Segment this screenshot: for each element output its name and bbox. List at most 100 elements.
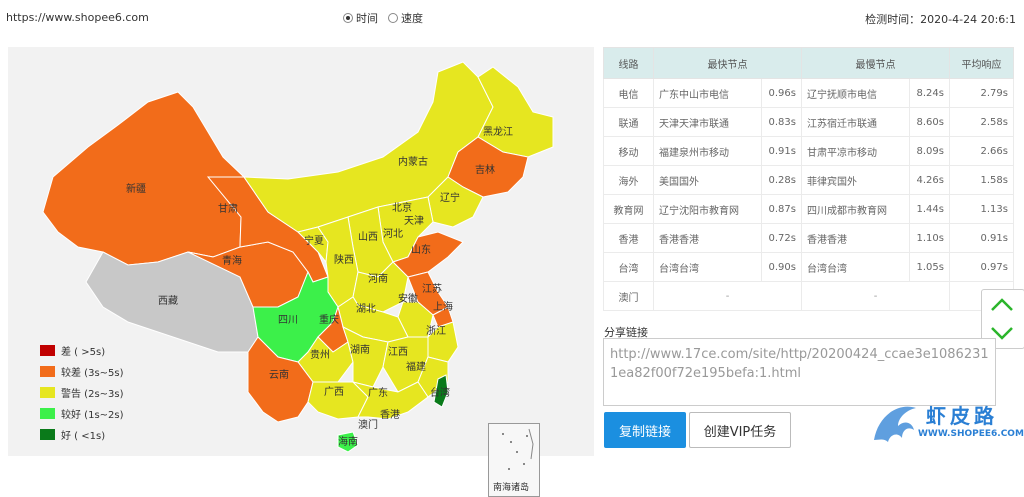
- cell-line: 电信: [603, 78, 654, 108]
- label-xinjiang: 新疆: [126, 182, 146, 195]
- th-average: 平均响应: [949, 47, 1014, 79]
- cell-slow-node: 辽宁抚顺市电信: [801, 78, 910, 108]
- label-hainan: 海南: [338, 435, 358, 448]
- chevron-up-icon: [991, 298, 1013, 311]
- radio-time-label: 时间: [356, 12, 378, 25]
- cell-slow-time: 4.26s: [909, 165, 950, 195]
- label-ningxia: 宁夏: [304, 234, 324, 247]
- label-gansu: 甘肃: [218, 202, 238, 215]
- cell-fast-time: 0.83s: [761, 107, 802, 137]
- label-shandong: 山东: [411, 243, 431, 256]
- table-row: 教育网 辽宁沈阳市教育网 0.87s 四川成都市教育网 1.44s 1.13s: [603, 194, 1014, 224]
- cell-slow-time: 1.44s: [909, 194, 950, 224]
- label-shaanxi: 陕西: [334, 253, 354, 266]
- legend-item: 差 ( >5s): [40, 340, 124, 361]
- label-shanxi: 山西: [358, 231, 378, 243]
- cell-slow-time: 8.09s: [909, 136, 950, 166]
- th-slowest: 最慢节点: [801, 47, 950, 79]
- table-row: 联通 天津天津市联通 0.83s 江苏宿迁市联通 8.60s 2.58s: [603, 107, 1014, 137]
- label-anhui: 安徽: [398, 292, 418, 305]
- cell-line: 海外: [603, 165, 654, 195]
- label-zhejiang: 浙江: [426, 325, 446, 337]
- label-qinghai: 青海: [222, 254, 242, 267]
- legend-swatch-bad: [40, 345, 55, 356]
- radio-unchecked-icon: [388, 13, 398, 23]
- cell-avg: 0.91s: [949, 223, 1014, 253]
- cell-avg: 2.79s: [949, 78, 1014, 108]
- cell-fast-time: 0.72s: [761, 223, 802, 253]
- label-guangdong: 广东: [368, 386, 388, 399]
- legend-label-good: 较好 (1s~2s): [61, 410, 124, 421]
- cell-line: 联通: [603, 107, 654, 137]
- cell-slow-time: 8.60s: [909, 107, 950, 137]
- th-fastest: 最快节点: [653, 47, 802, 79]
- legend-item: 好 ( <1s): [40, 424, 124, 445]
- legend-item: 较好 (1s~2s): [40, 403, 124, 424]
- cell-avg: 1.58s: [949, 165, 1014, 195]
- top-bar: https://www.shopee6.com 时间 速度 检测时间：2020-…: [0, 0, 1024, 36]
- label-heilongjiang: 黑龙江: [483, 125, 513, 138]
- table-row: 海外 美国国外 0.28s 菲律宾国外 4.26s 1.58s: [603, 165, 1014, 195]
- cell-fast-node: 广东中山市电信: [653, 78, 762, 108]
- label-tianjin: 天津: [404, 215, 424, 227]
- label-xianggang: 香港: [380, 409, 400, 421]
- create-vip-task-button[interactable]: 创建VIP任务: [689, 412, 791, 448]
- radio-speed-label: 速度: [401, 12, 423, 25]
- label-jiangsu: 江苏: [422, 282, 442, 295]
- cell-slow-node: 江苏宿迁市联通: [801, 107, 910, 137]
- cell-slow-node: 四川成都市教育网: [801, 194, 910, 224]
- cell-fast-time: 0.96s: [761, 78, 802, 108]
- mode-radio-group: 时间 速度: [343, 10, 423, 26]
- th-line: 线路: [603, 47, 654, 79]
- scroll-up-button[interactable]: [982, 292, 1022, 318]
- label-hubei: 湖北: [356, 303, 376, 315]
- copy-link-button[interactable]: 复制链接: [604, 412, 686, 448]
- legend-label-best: 好 ( <1s): [61, 431, 106, 442]
- label-jilin: 吉林: [475, 163, 495, 176]
- cell-fast-node: 香港香港: [653, 223, 762, 253]
- cell-avg: 1.13s: [949, 194, 1014, 224]
- cell-slow-time: 1.05s: [909, 252, 950, 282]
- cell-fast-time: 0.28s: [761, 165, 802, 195]
- label-henan: 河南: [368, 272, 388, 285]
- label-hebei: 河北: [383, 228, 403, 240]
- table-header-row: 线路 最快节点 最慢节点 平均响应: [603, 47, 1014, 79]
- cell-fast-node: 天津天津市联通: [653, 107, 762, 137]
- cell-fast-node: 台湾台湾: [653, 252, 762, 282]
- dragon-logo-icon: [874, 406, 916, 442]
- cell-slow-node: 香港香港: [801, 223, 910, 253]
- label-yunnan: 云南: [269, 368, 289, 381]
- label-guizhou: 贵州: [310, 348, 330, 361]
- cell-avg: 0.97s: [949, 252, 1014, 282]
- label-fujian: 福建: [406, 360, 426, 373]
- radio-time[interactable]: 时间: [343, 10, 378, 26]
- table-row: 电信 广东中山市电信 0.96s 辽宁抚顺市电信 8.24s 2.79s: [603, 78, 1014, 108]
- results-table: 线路 最快节点 最慢节点 平均响应 电信 广东中山市电信 0.96s 辽宁抚顺市…: [603, 47, 1014, 311]
- cell-fast-time: 0.90s: [761, 252, 802, 282]
- test-time: 检测时间：2020-4-24 20:6:1: [865, 13, 1016, 26]
- table-row: 台湾 台湾台湾 0.90s 台湾台湾 1.05s 0.97s: [603, 252, 1014, 282]
- legend-label-poor: 较差 (3s~5s): [61, 368, 124, 379]
- cell-fast-node: 美国国外: [653, 165, 762, 195]
- watermark-title: 虾皮路: [926, 404, 998, 428]
- islands-icon: [502, 428, 534, 470]
- south-china-sea-inset: 南海诸岛: [488, 423, 540, 497]
- cell-slow-time: 1.10s: [909, 223, 950, 253]
- cell-fast-node: -: [653, 281, 802, 311]
- site-url: https://www.shopee6.com: [6, 11, 149, 24]
- cell-slow-time: 8.24s: [909, 78, 950, 108]
- label-hunan: 湖南: [350, 343, 370, 356]
- table-row: 澳门 - -: [603, 281, 1014, 311]
- radio-checked-icon: [343, 13, 353, 23]
- legend-swatch-warn: [40, 387, 55, 398]
- cell-fast-time: 0.91s: [761, 136, 802, 166]
- cell-fast-node: 福建泉州市移动: [653, 136, 762, 166]
- map-legend: 差 ( >5s) 较差 (3s~5s) 警告 (2s~3s) 较好 (1s~2s…: [40, 340, 124, 445]
- results-table-wrap: 线路 最快节点 最慢节点 平均响应 电信 广东中山市电信 0.96s 辽宁抚顺市…: [603, 47, 1014, 311]
- south-china-sea-label: 南海诸岛: [493, 483, 530, 493]
- label-sichuan: 四川: [278, 315, 298, 326]
- label-aomen: 澳门: [358, 418, 378, 431]
- radio-speed[interactable]: 速度: [388, 10, 423, 26]
- cell-fast-time: 0.87s: [761, 194, 802, 224]
- cell-line: 台湾: [603, 252, 654, 282]
